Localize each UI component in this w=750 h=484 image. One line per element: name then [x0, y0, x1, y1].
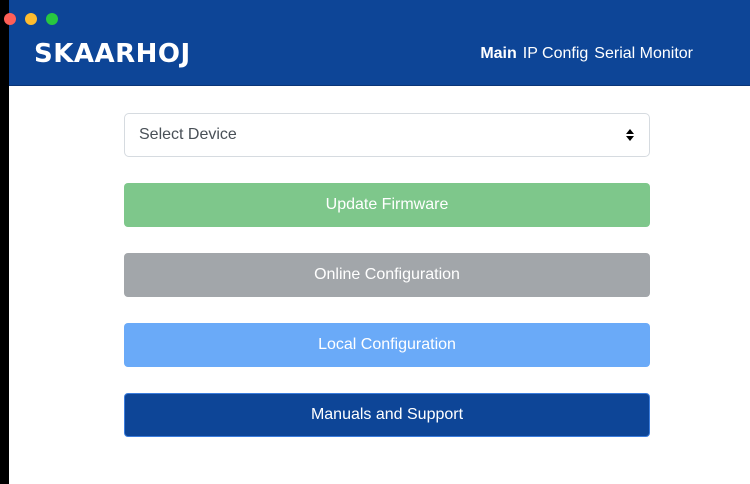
window-edge	[0, 0, 9, 484]
up-down-arrows-icon	[626, 129, 634, 141]
close-window-button[interactable]	[4, 13, 16, 25]
online-configuration-button[interactable]: Online Configuration	[124, 253, 650, 297]
device-select-value: Select Device	[139, 126, 237, 143]
device-select[interactable]: Select Device	[124, 113, 650, 157]
nav-serial-monitor[interactable]: Serial Monitor	[594, 43, 693, 65]
minimize-window-button[interactable]	[25, 13, 37, 25]
brand-logo: SKAARHOJ	[34, 39, 191, 69]
nav-ip-config[interactable]: IP Config	[523, 43, 589, 65]
main-nav: Main IP Config Serial Monitor	[480, 43, 693, 65]
manuals-support-button[interactable]: Manuals and Support	[124, 393, 650, 437]
zoom-window-button[interactable]	[46, 13, 58, 25]
header-bar: SKAARHOJ Main IP Config Serial Monitor	[4, 0, 750, 86]
main-content: Select Device Update Firmware Online Con…	[9, 86, 750, 484]
nav-main[interactable]: Main	[480, 43, 516, 65]
update-firmware-button[interactable]: Update Firmware	[124, 183, 650, 227]
local-configuration-button[interactable]: Local Configuration	[124, 323, 650, 367]
app-window: SKAARHOJ Main IP Config Serial Monitor S…	[0, 0, 750, 484]
